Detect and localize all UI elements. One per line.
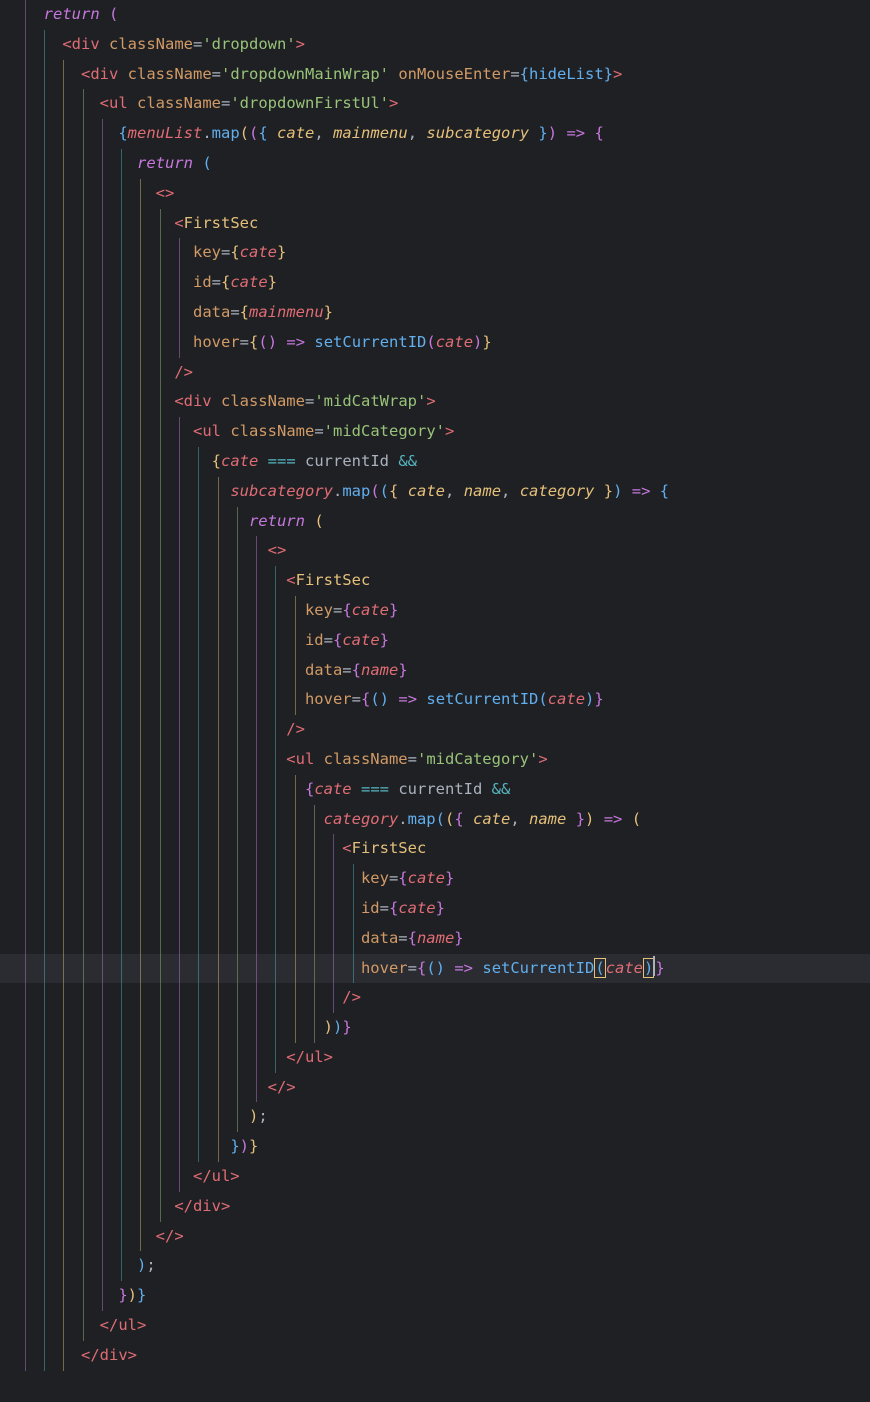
code-line: {cate === currentId && <box>0 775 870 805</box>
code-line: {cate === currentId && <box>0 447 870 477</box>
code-line: </ul> <box>0 1162 870 1192</box>
code-line: hover={() => setCurrentID(cate)} <box>0 328 870 358</box>
code-line: <div className='midCatWrap'> <box>0 387 870 417</box>
code-line: <ul className='midCategory'> <box>0 417 870 447</box>
code-line: ); <box>0 1102 870 1132</box>
code-line: </> <box>0 1222 870 1252</box>
code-line: </ul> <box>0 1043 870 1073</box>
code-line: <div className='dropdownMainWrap' onMous… <box>0 60 870 90</box>
code-line: </div> <box>0 1341 870 1371</box>
code-line: ); <box>0 1251 870 1281</box>
code-line: return ( <box>0 0 870 30</box>
code-line: key={cate} <box>0 596 870 626</box>
code-line-active: hover={() => setCurrentID(cate)} <box>0 954 870 984</box>
code-line: ))} <box>0 1013 870 1043</box>
code-line: id={cate} <box>0 626 870 656</box>
code-line: <> <box>0 179 870 209</box>
code-line: /> <box>0 983 870 1013</box>
code-line: /> <box>0 715 870 745</box>
code-line: subcategory.map(({ cate, name, category … <box>0 477 870 507</box>
code-line: <> <box>0 536 870 566</box>
code-line: id={cate} <box>0 894 870 924</box>
code-line: key={cate} <box>0 864 870 894</box>
code-line: <ul className='dropdownFirstUl'> <box>0 89 870 119</box>
code-line: category.map(({ cate, name }) => ( <box>0 805 870 835</box>
kw: return <box>44 5 100 23</box>
code-line: data={name} <box>0 656 870 686</box>
code-editor[interactable]: return ( <div className='dropdown'> <div… <box>0 0 870 1371</box>
code-line: })} <box>0 1132 870 1162</box>
code-line: return ( <box>0 149 870 179</box>
code-line: </> <box>0 1073 870 1103</box>
code-line: <FirstSec <box>0 209 870 239</box>
code-line: /> <box>0 358 870 388</box>
code-line: <FirstSec <box>0 834 870 864</box>
code-line: return ( <box>0 507 870 537</box>
code-line: })} <box>0 1281 870 1311</box>
code-line: data={name} <box>0 924 870 954</box>
code-line: </div> <box>0 1192 870 1222</box>
code-line: data={mainmenu} <box>0 298 870 328</box>
code-line: {menuList.map(({ cate, mainmenu, subcate… <box>0 119 870 149</box>
code-line: <FirstSec <box>0 566 870 596</box>
code-line: <div className='dropdown'> <box>0 30 870 60</box>
code-line: <ul className='midCategory'> <box>0 745 870 775</box>
code-line: id={cate} <box>0 268 870 298</box>
code-line: key={cate} <box>0 238 870 268</box>
text-cursor <box>653 956 655 976</box>
code-line: hover={() => setCurrentID(cate)} <box>0 685 870 715</box>
code-line: </ul> <box>0 1311 870 1341</box>
